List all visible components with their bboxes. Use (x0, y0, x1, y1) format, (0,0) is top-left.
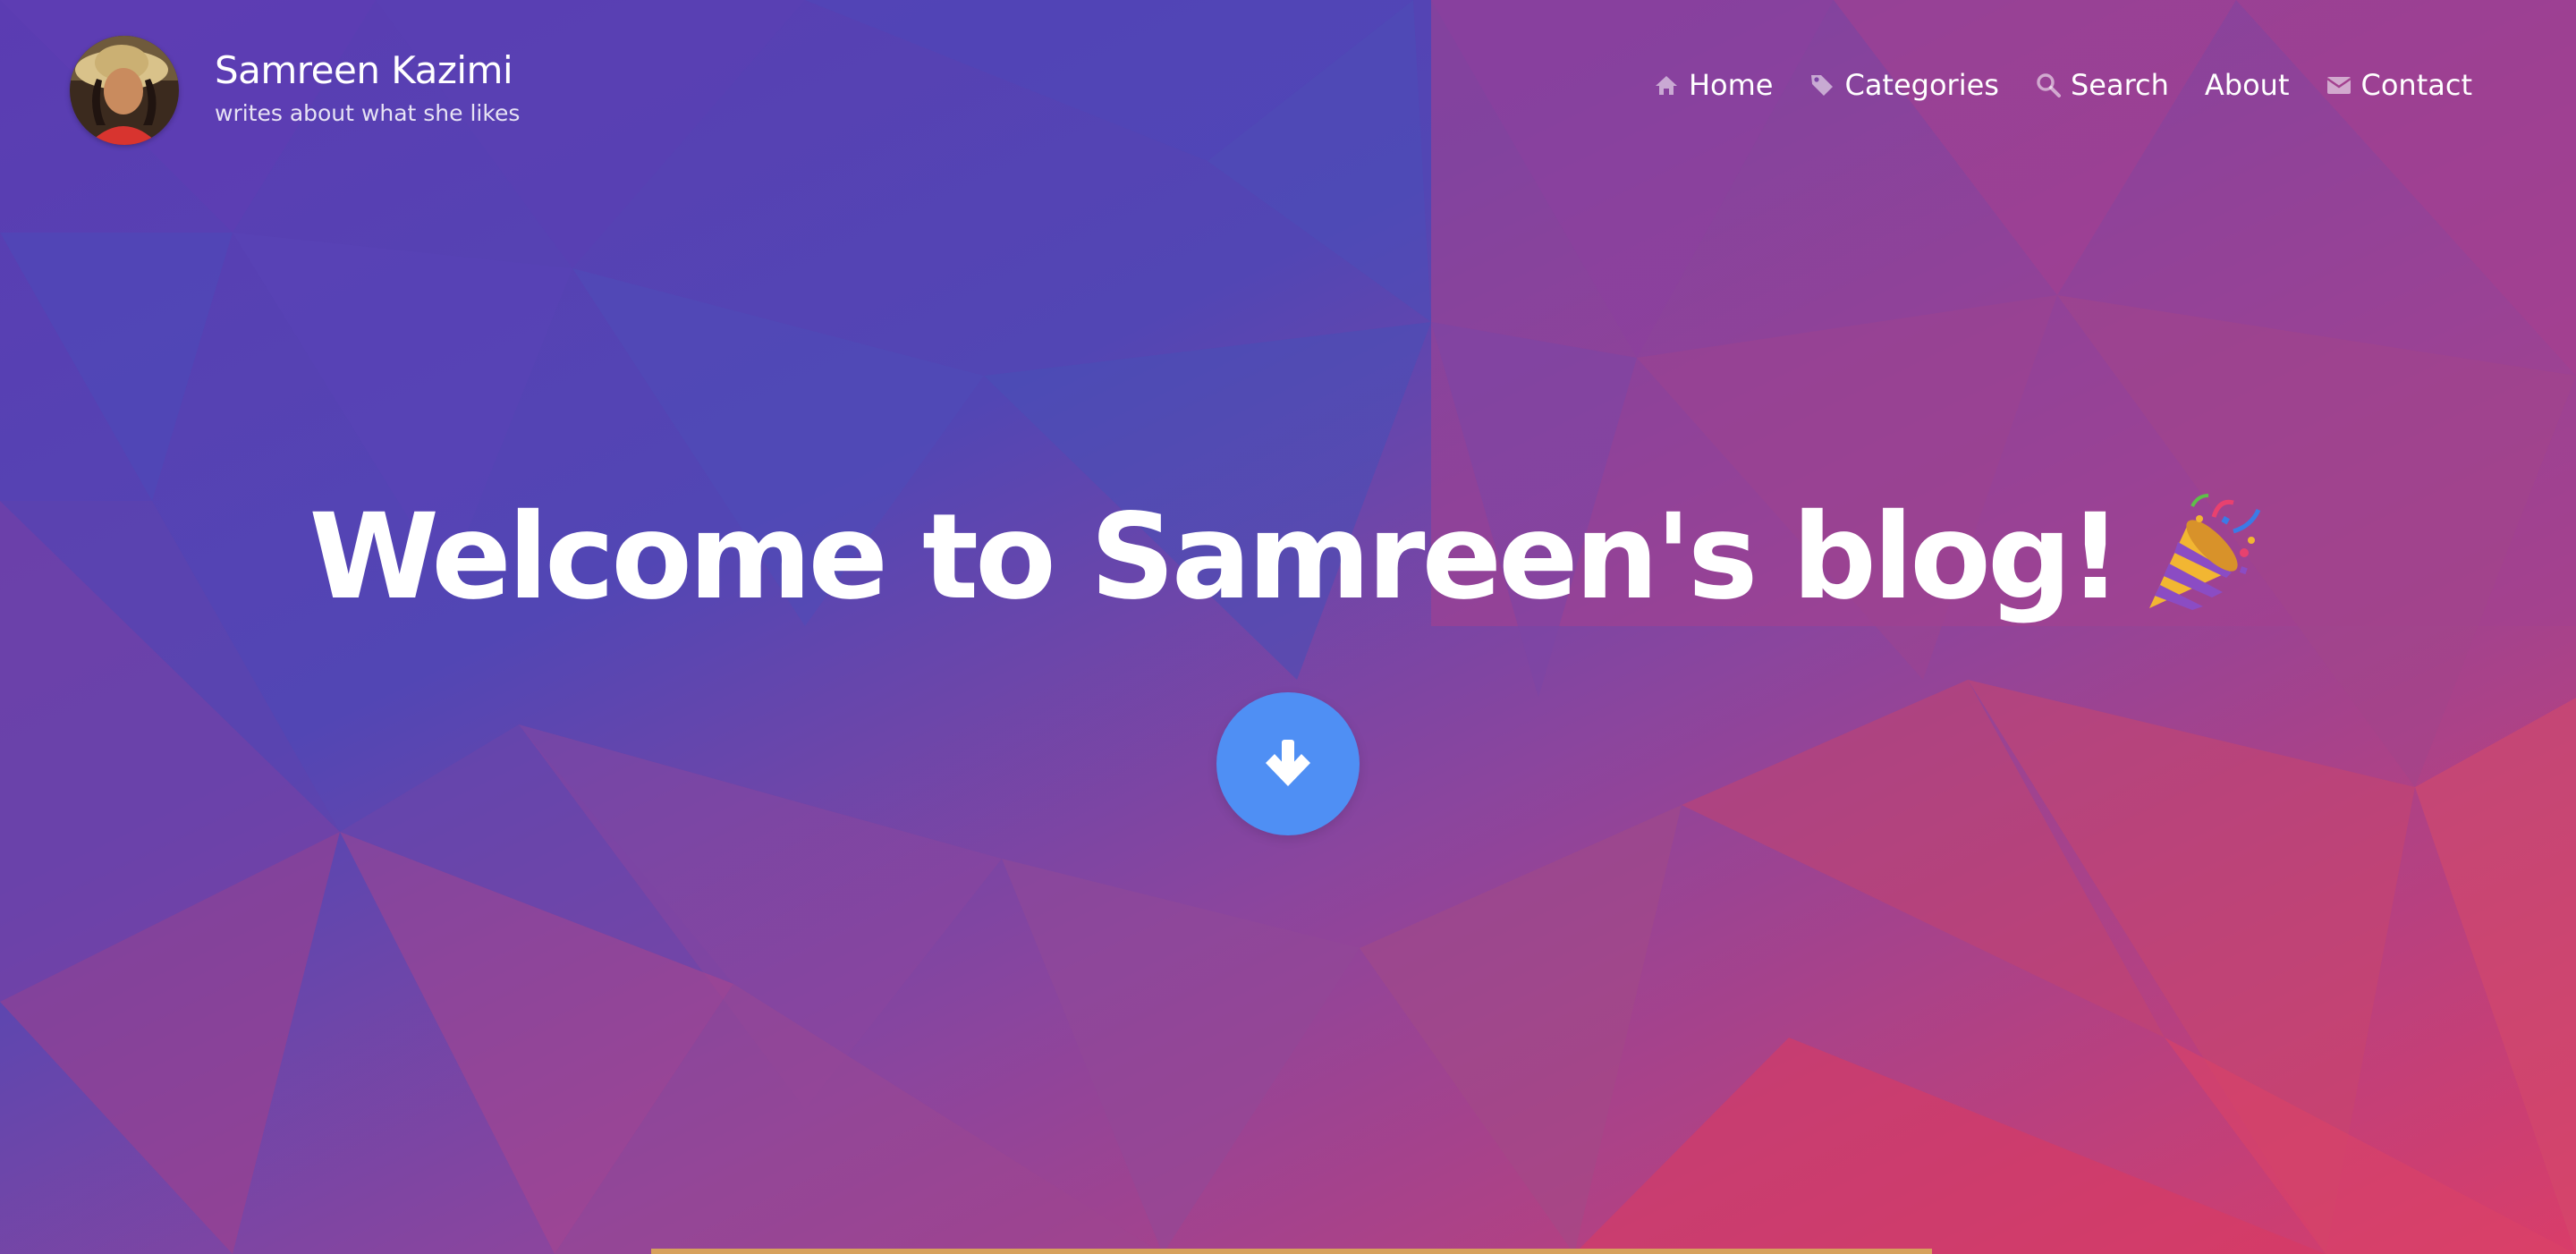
nav-contact[interactable]: Contact (2326, 68, 2473, 102)
nav-about-label: About (2204, 68, 2290, 102)
bottom-accent-line (651, 1249, 1932, 1254)
nav-home[interactable]: Home (1653, 68, 1774, 102)
home-icon (1653, 72, 1680, 98)
nav-about[interactable]: About (2205, 68, 2290, 102)
avatar-image (70, 36, 179, 145)
site-title[interactable]: Samreen Kazimi (215, 48, 513, 92)
nav-search-label: Search (2070, 68, 2169, 102)
arrow-down-icon (1266, 740, 1310, 786)
site-header: Samreen Kazimi writes about what she lik… (0, 0, 2576, 170)
party-popper-icon (2133, 490, 2267, 624)
main-nav: Home Categories Search About Contact (1653, 68, 2472, 102)
search-icon (2035, 72, 2062, 98)
nav-contact-label: Contact (2360, 68, 2473, 102)
nav-search[interactable]: Search (2035, 68, 2169, 102)
hero-title-row: Welcome to Samreen's blog! (0, 490, 2576, 624)
low-poly-background (0, 0, 2576, 1254)
envelope-icon (2326, 72, 2352, 98)
hero-section (0, 0, 2576, 1254)
hero-title: Welcome to Samreen's blog! (309, 488, 2122, 626)
nav-categories-label: Categories (1844, 68, 1999, 102)
avatar[interactable] (70, 36, 179, 145)
scroll-down-button[interactable] (1216, 692, 1360, 835)
nav-home-label: Home (1688, 68, 1774, 102)
nav-categories[interactable]: Categories (1809, 68, 1999, 102)
tag-icon (1809, 72, 1835, 98)
site-tagline: writes about what she likes (215, 100, 521, 126)
